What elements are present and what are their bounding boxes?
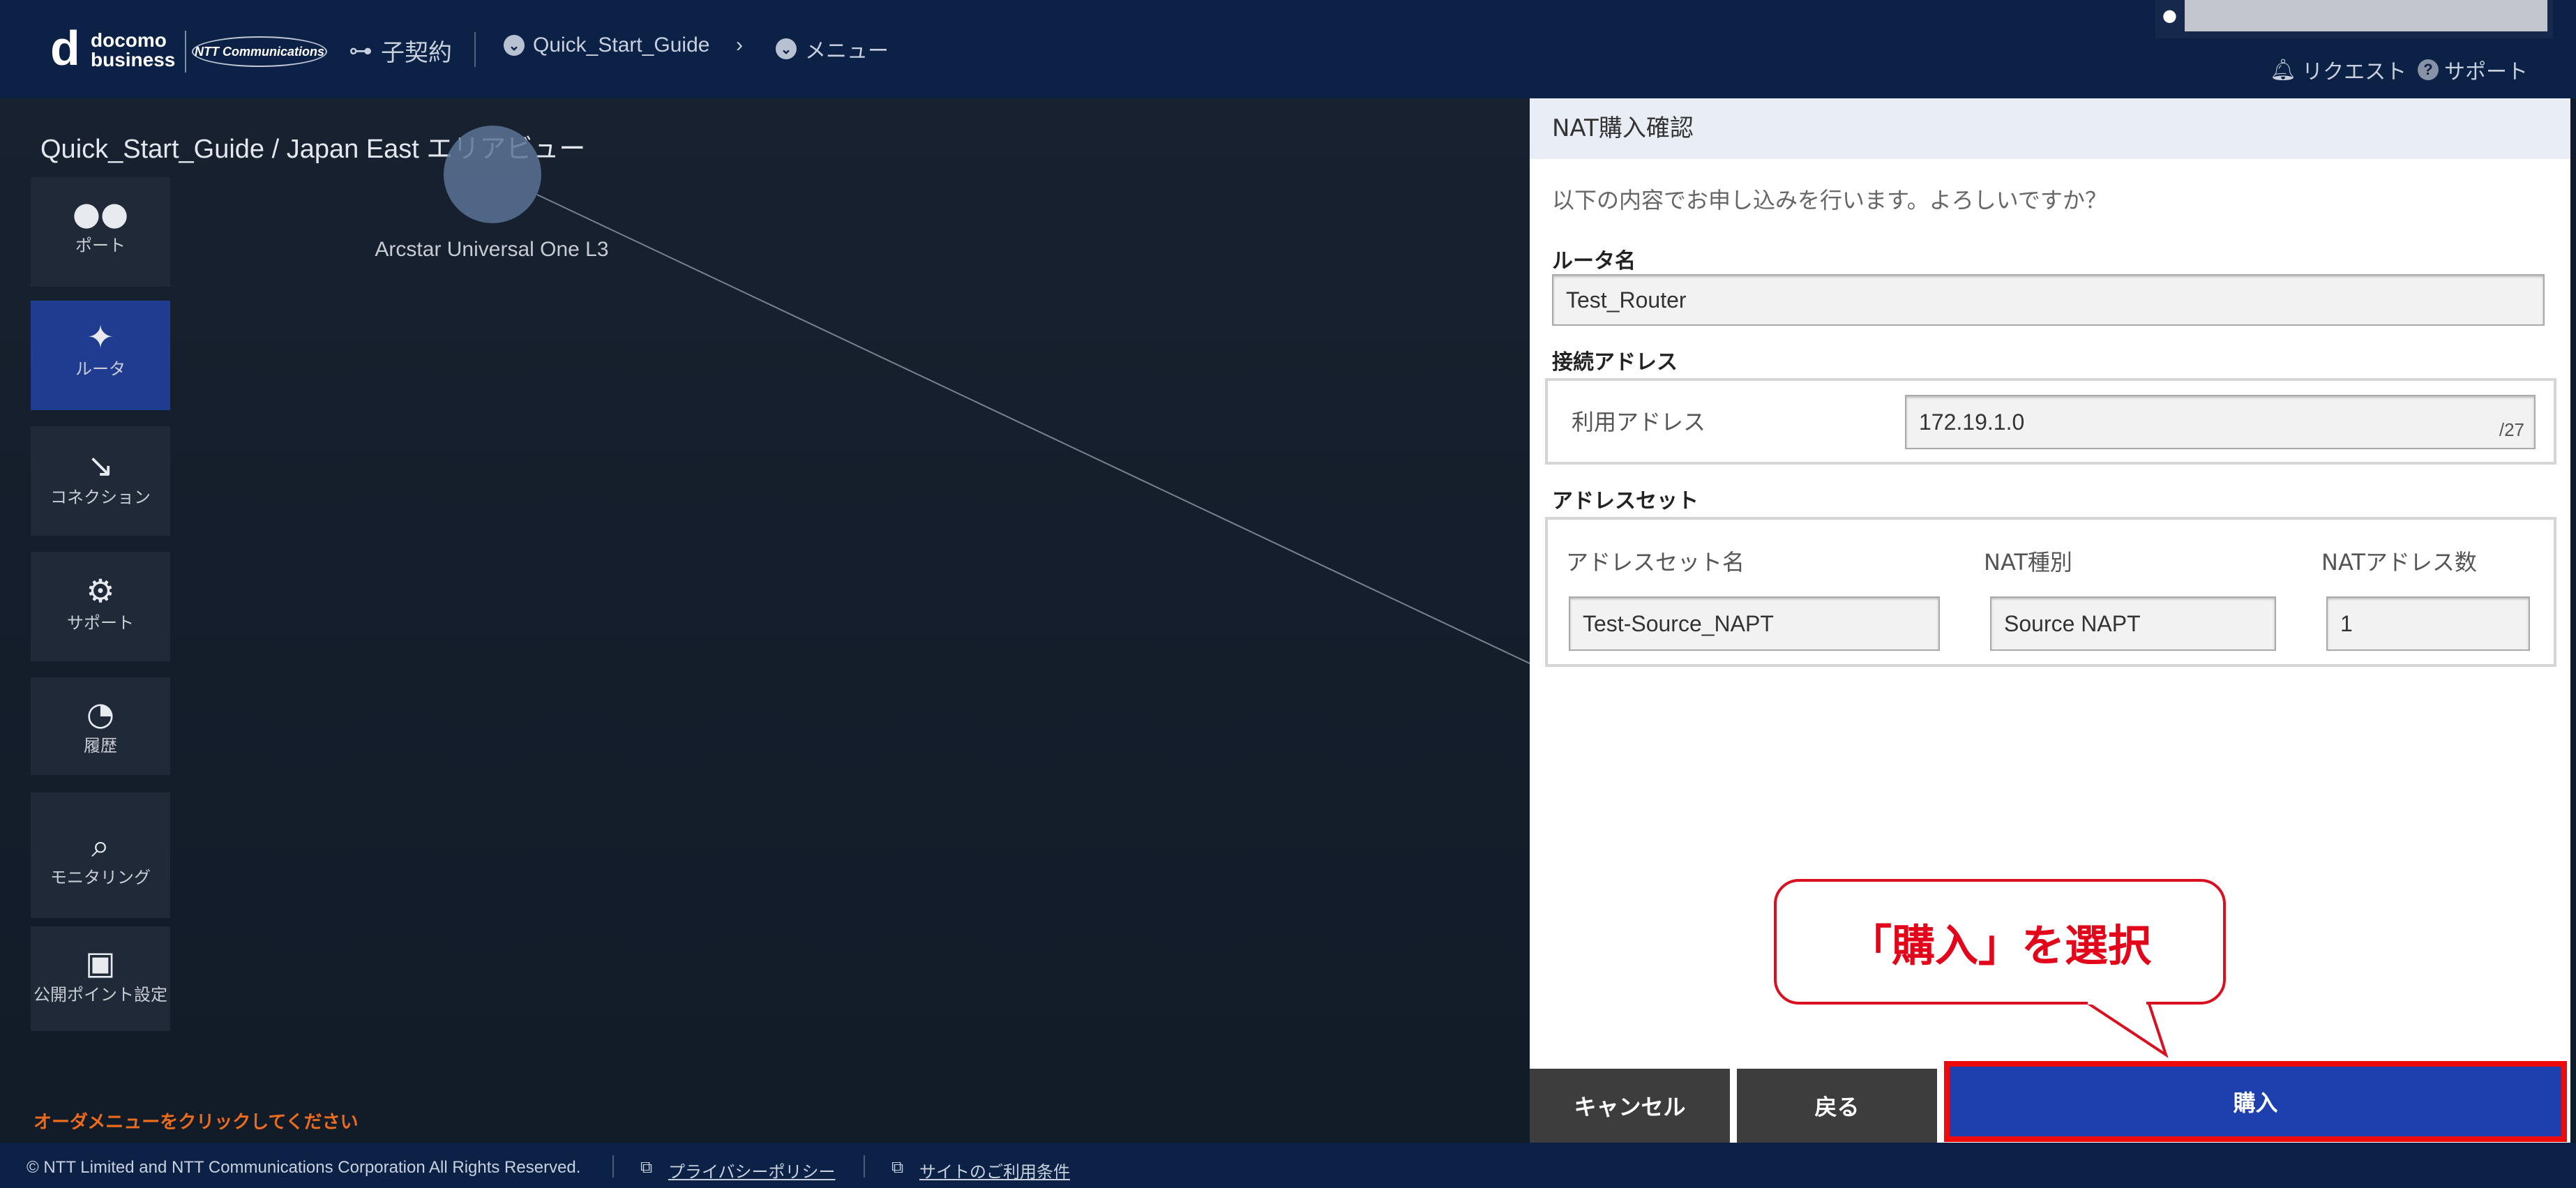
external-link-icon: ⧉ (891, 1158, 904, 1177)
bell-icon: 🔔︎ (2270, 58, 2297, 82)
breadcrumb-arrow-icon: › (736, 33, 743, 57)
hierarchy-icon: ⊶ (349, 37, 372, 64)
request-link[interactable]: 🔔︎ リクエスト (2270, 54, 2406, 85)
sidebar-item-support[interactable]: ⚙ サポート (31, 552, 170, 661)
use-address-label: 利用アドレス (1572, 409, 1706, 435)
footer-divider (612, 1155, 614, 1178)
nat-count-label: NATアドレス数 (2321, 549, 2477, 576)
chevron-down-icon: ⌄ (504, 35, 525, 56)
area-map: Quick_Start_Guide / Japan East エリアビュー Ar… (0, 98, 1530, 1143)
top-header: d docomo business NTT Communications ⊶ 子… (0, 0, 2576, 98)
sidebar-item-monitoring[interactable]: ⌕ モニタリング (31, 792, 170, 918)
support-icon: ⚙ (86, 572, 115, 610)
nat-type-label: NAT種別 (1984, 549, 2072, 576)
cancel-button[interactable]: キャンセル (1530, 1069, 1730, 1143)
sidebar-item-connection[interactable]: ↘ コネクション (31, 426, 170, 536)
help-icon: ? (2418, 59, 2439, 80)
docomo-business-logo: docomo business (91, 29, 176, 70)
connection-line (536, 194, 1530, 664)
ntt-communications-logo: NTT Communications (192, 36, 327, 67)
breadcrumb-guide[interactable]: ⌄ Quick_Start_Guide (504, 33, 709, 57)
back-button[interactable]: 戻る (1737, 1069, 1937, 1143)
external-link-icon: ⧉ (640, 1158, 653, 1177)
sidebar-item-history[interactable]: ◔ 履歴 (31, 677, 170, 775)
copyright-text: © NTT Limited and NTT Communications Cor… (27, 1158, 581, 1177)
use-address-field: 172.19.1.0 /27 (1905, 395, 2536, 449)
logo-divider (185, 31, 186, 73)
terms-link[interactable]: サイトのご利用条件 (919, 1158, 1070, 1182)
footer: © NTT Limited and NTT Communications Cor… (0, 1143, 2576, 1188)
footer-divider (864, 1155, 865, 1178)
user-icon: ● (2162, 6, 2177, 25)
user-name-field[interactable] (2185, 0, 2547, 31)
node-label: Arcstar Universal One L3 (375, 238, 609, 261)
confirm-message: 以下の内容でお申し込みを行います。よろしいですか？ (1552, 187, 2107, 213)
port-icon: ●● (72, 195, 129, 232)
history-icon: ◔ (86, 695, 115, 732)
router-name-field: Test_Router (1552, 274, 2545, 326)
sidebar-item-public-point[interactable]: ▣ 公開ポイント設定 (31, 926, 170, 1031)
order-hint: オーダメニューをクリックしてください (33, 1112, 359, 1133)
purchase-button[interactable]: 購入 (1944, 1061, 2567, 1142)
nat-type-field: Source NAPT (1990, 596, 2276, 651)
router-name-label: ルータ名 (1552, 249, 1636, 273)
sub-contract-menu[interactable]: ⊶ 子契約 (349, 33, 452, 68)
instruction-callout: 「購入」を選択 (1774, 879, 2226, 1005)
docomo-logo-mark: d (50, 21, 80, 75)
sidebar-item-router[interactable]: ✦ ルータ (31, 301, 170, 410)
chevron-down-icon: ⌄ (776, 38, 797, 59)
router-icon: ✦ (86, 318, 114, 356)
header-divider (474, 32, 476, 67)
privacy-policy-link[interactable]: プライバシーポリシー (668, 1158, 836, 1182)
nat-count-field: 1 (2326, 596, 2530, 651)
monitoring-icon: ⌕ (91, 827, 110, 864)
breadcrumb-menu[interactable]: ⌄ メニュー (776, 33, 889, 64)
prefix-length: /27 (2499, 419, 2524, 440)
connection-icon: ↘ (86, 446, 114, 484)
panel-title: NAT購入確認 (1530, 98, 2570, 159)
address-set-label: アドレスセット (1552, 489, 1698, 513)
sidebar-item-port[interactable]: ●● ポート (31, 177, 170, 287)
support-link[interactable]: ? サポート (2418, 54, 2528, 85)
address-set-name-label: アドレスセット名 (1566, 549, 1745, 576)
address-set-name-field: Test-Source_NAPT (1569, 596, 1940, 651)
connection-address-label: 接続アドレス (1552, 350, 1678, 375)
network-node-icon[interactable] (444, 126, 541, 223)
public-point-icon: ▣ (85, 944, 116, 982)
